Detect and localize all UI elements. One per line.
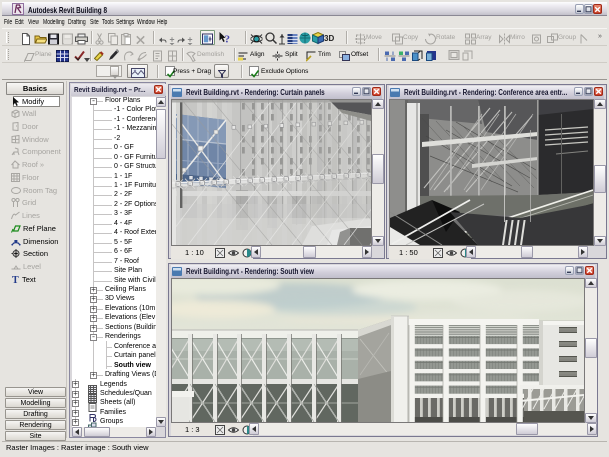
- svg-text:T: T: [12, 275, 19, 284]
- svg-text:?: ?: [225, 34, 231, 46]
